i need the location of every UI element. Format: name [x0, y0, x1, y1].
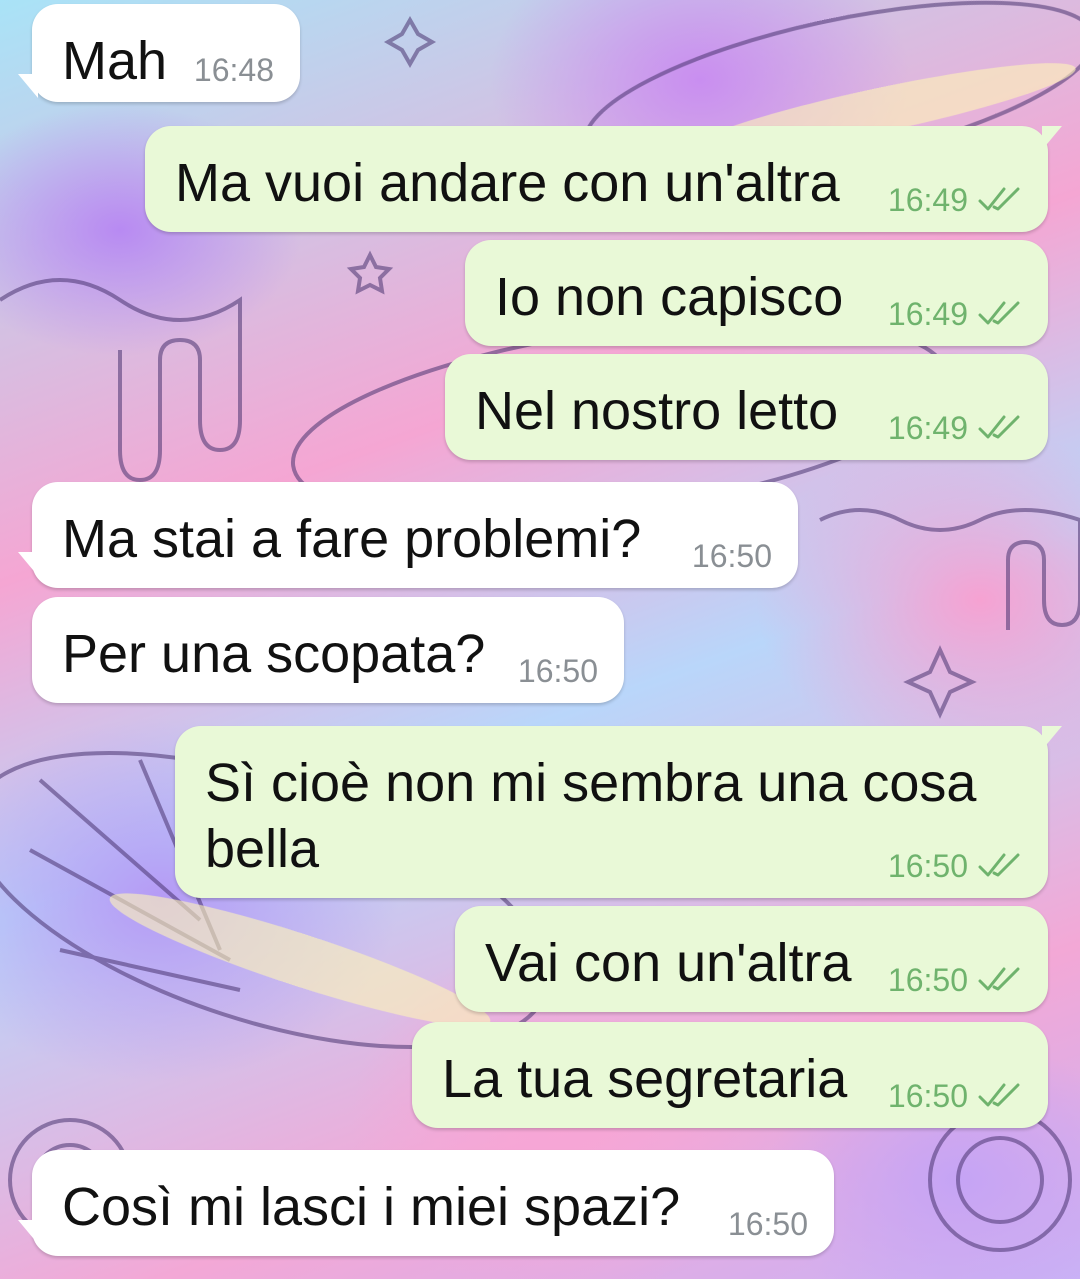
double-check-icon [978, 301, 1022, 327]
message-time: 16:50 [727, 1206, 808, 1242]
message-bubble-outgoing[interactable]: Sì cioè non mi sembra una cosa bella 16:… [175, 726, 1062, 898]
message-text: Mah [62, 31, 168, 91]
message-text: Nel nostro letto [475, 381, 839, 441]
double-check-icon [978, 853, 1022, 879]
message-bubble-outgoing[interactable]: La tua segretaria 16:50 [412, 1022, 1048, 1128]
message-text: Ma vuoi andare con un'altra [175, 153, 840, 213]
message-bubble-incoming[interactable]: Ma stai a fare problemi? 16:50 [18, 482, 798, 588]
message-text: Ma stai a fare problemi? [62, 509, 642, 569]
message-bubble-outgoing[interactable]: Io non capisco 16:49 [465, 240, 1048, 346]
message-bubble-incoming[interactable]: Mah 16:48 [18, 4, 300, 102]
message-bubble-outgoing[interactable]: Ma vuoi andare con un'altra 16:49 [145, 126, 1062, 232]
double-check-icon [978, 415, 1022, 441]
double-check-icon [978, 1083, 1022, 1109]
message-time: 16:50 [887, 1078, 968, 1114]
message-time: 16:48 [193, 52, 274, 88]
message-time: 16:49 [887, 296, 968, 332]
message-bubble-incoming[interactable]: Così mi lasci i miei spazi? 16:50 [18, 1150, 834, 1256]
message-time: 16:49 [887, 410, 968, 446]
message-time: 16:50 [887, 962, 968, 998]
message-time: 16:49 [887, 182, 968, 218]
double-check-icon [978, 967, 1022, 993]
double-check-icon [978, 187, 1022, 213]
message-text: Sì cioè non mi sembra una cosa bella [205, 753, 992, 879]
message-text: La tua segretaria [442, 1049, 848, 1109]
message-time: 16:50 [887, 848, 968, 884]
message-bubble-outgoing[interactable]: Vai con un'altra 16:50 [455, 906, 1048, 1012]
message-text: Io non capisco [495, 267, 844, 327]
message-text: Vai con un'altra [485, 933, 852, 993]
message-bubble-incoming[interactable]: Per una scopata? 16:50 [32, 597, 624, 703]
message-text: Per una scopata? [62, 624, 486, 684]
message-time: 16:50 [691, 538, 772, 574]
message-text: Così mi lasci i miei spazi? [62, 1177, 681, 1237]
message-time: 16:50 [517, 653, 598, 689]
message-bubble-outgoing[interactable]: Nel nostro letto 16:49 [445, 354, 1048, 460]
